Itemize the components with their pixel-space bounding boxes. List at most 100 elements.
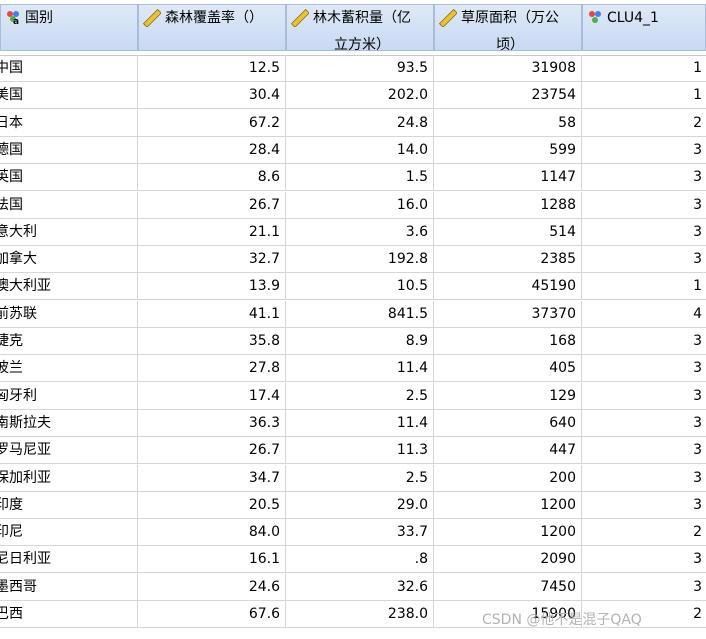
cluster-cell[interactable]: 3 <box>582 328 706 354</box>
timber-volume-cell[interactable]: 24.8 <box>286 109 434 136</box>
grassland-area-cell[interactable]: 1200 <box>434 519 582 546</box>
cluster-cell[interactable]: 3 <box>582 383 706 409</box>
timber-volume-cell[interactable]: 202.0 <box>286 82 434 109</box>
cluster-cell[interactable]: 3 <box>582 546 706 572</box>
column-header-grassland-area[interactable]: 草原面积（万公 顷） <box>434 4 582 53</box>
country-cell[interactable]: 法国 <box>0 191 138 218</box>
forest-coverage-cell[interactable]: 24.6 <box>138 573 286 600</box>
country-cell[interactable]: 墨西哥 <box>0 573 138 600</box>
timber-volume-cell[interactable]: 192.8 <box>286 246 434 273</box>
forest-coverage-cell[interactable]: 8.6 <box>138 164 286 191</box>
timber-volume-cell[interactable]: 841.5 <box>286 300 434 327</box>
timber-volume-cell[interactable]: 238.0 <box>286 601 434 627</box>
cluster-cell[interactable]: 3 <box>582 192 706 218</box>
country-cell[interactable]: 前苏联 <box>0 300 138 327</box>
forest-coverage-cell[interactable]: 36.3 <box>138 409 286 436</box>
cluster-cell[interactable]: 3 <box>582 437 706 463</box>
forest-coverage-cell[interactable]: 20.5 <box>138 491 286 518</box>
forest-coverage-cell[interactable]: 27.8 <box>138 355 286 382</box>
country-cell[interactable]: 意大利 <box>0 218 138 245</box>
cluster-cell[interactable]: 1 <box>582 273 706 299</box>
grassland-area-cell[interactable]: 1200 <box>434 491 582 518</box>
timber-volume-cell[interactable]: 3.6 <box>286 218 434 245</box>
country-cell[interactable]: 美国 <box>0 82 138 109</box>
timber-volume-cell[interactable]: .8 <box>286 546 434 573</box>
timber-volume-cell[interactable]: 93.5 <box>286 55 434 81</box>
country-cell[interactable]: 中国 <box>0 55 138 81</box>
country-cell[interactable]: 波兰 <box>0 355 138 382</box>
forest-coverage-cell[interactable]: 26.7 <box>138 191 286 218</box>
country-cell[interactable]: 德国 <box>0 136 138 163</box>
cluster-cell[interactable]: 2 <box>582 110 706 136</box>
forest-coverage-cell[interactable]: 34.7 <box>138 464 286 491</box>
country-cell[interactable]: 罗马尼亚 <box>0 437 138 464</box>
grassland-area-cell[interactable]: 514 <box>434 218 582 245</box>
forest-coverage-cell[interactable]: 16.1 <box>138 546 286 573</box>
country-cell[interactable]: 印度 <box>0 491 138 518</box>
timber-volume-cell[interactable]: 11.3 <box>286 437 434 464</box>
cluster-cell[interactable]: 3 <box>582 574 706 600</box>
forest-coverage-cell[interactable]: 13.9 <box>138 273 286 300</box>
country-cell[interactable]: 尼日利亚 <box>0 546 138 573</box>
cluster-cell[interactable]: 3 <box>582 246 706 272</box>
country-cell[interactable]: 南斯拉夫 <box>0 409 138 436</box>
grassland-area-cell[interactable]: 31908 <box>434 55 582 81</box>
timber-volume-cell[interactable]: 8.9 <box>286 328 434 354</box>
cluster-cell[interactable]: 3 <box>582 355 706 381</box>
cluster-cell[interactable]: 3 <box>582 465 706 491</box>
column-header-clu4[interactable]: CLU4_1 <box>582 4 706 51</box>
grassland-area-cell[interactable]: 640 <box>434 409 582 436</box>
cluster-cell[interactable]: 3 <box>582 410 706 436</box>
timber-volume-cell[interactable]: 10.5 <box>286 273 434 300</box>
cluster-cell[interactable]: 3 <box>582 137 706 163</box>
grassland-area-cell[interactable]: 2090 <box>434 546 582 573</box>
timber-volume-cell[interactable]: 11.4 <box>286 355 434 382</box>
timber-volume-cell[interactable]: 1.5 <box>286 164 434 191</box>
grassland-area-cell[interactable]: 23754 <box>434 82 582 109</box>
country-cell[interactable]: 加拿大 <box>0 246 138 273</box>
forest-coverage-cell[interactable]: 21.1 <box>138 218 286 245</box>
timber-volume-cell[interactable]: 2.5 <box>286 382 434 409</box>
country-cell[interactable]: 印尼 <box>0 519 138 546</box>
timber-volume-cell[interactable]: 29.0 <box>286 491 434 518</box>
column-header-timber-volume[interactable]: 林木蓄积量（亿 立方米） <box>286 4 434 53</box>
timber-volume-cell[interactable]: 32.6 <box>286 573 434 600</box>
grassland-area-cell[interactable]: 2385 <box>434 246 582 273</box>
cluster-cell[interactable]: 1 <box>582 55 706 81</box>
timber-volume-cell[interactable]: 33.7 <box>286 519 434 546</box>
forest-coverage-cell[interactable]: 32.7 <box>138 246 286 273</box>
country-cell[interactable]: 澳大利亚 <box>0 273 138 300</box>
country-cell[interactable]: 日本 <box>0 109 138 136</box>
grassland-area-cell[interactable]: 599 <box>434 136 582 163</box>
cluster-cell[interactable]: 3 <box>582 164 706 190</box>
grassland-area-cell[interactable]: 1288 <box>434 191 582 218</box>
grassland-area-cell[interactable]: 45190 <box>434 273 582 300</box>
country-cell[interactable]: 匈牙利 <box>0 382 138 409</box>
forest-coverage-cell[interactable]: 41.1 <box>138 300 286 327</box>
country-cell[interactable]: 英国 <box>0 164 138 191</box>
grassland-area-cell[interactable]: 168 <box>434 328 582 354</box>
column-header-forest-coverage[interactable]: 森林覆盖率（） <box>138 4 286 51</box>
grassland-area-cell[interactable]: 58 <box>434 109 582 136</box>
timber-volume-cell[interactable]: 14.0 <box>286 136 434 163</box>
grassland-area-cell[interactable]: 129 <box>434 382 582 409</box>
grassland-area-cell[interactable]: 405 <box>434 355 582 382</box>
forest-coverage-cell[interactable]: 35.8 <box>138 328 286 354</box>
country-cell[interactable]: 捷克 <box>0 328 138 354</box>
country-cell[interactable]: 巴西 <box>0 601 138 627</box>
forest-coverage-cell[interactable]: 67.2 <box>138 109 286 136</box>
forest-coverage-cell[interactable]: 26.7 <box>138 437 286 464</box>
timber-volume-cell[interactable]: 2.5 <box>286 464 434 491</box>
country-cell[interactable]: 保加利亚 <box>0 464 138 491</box>
forest-coverage-cell[interactable]: 12.5 <box>138 55 286 81</box>
timber-volume-cell[interactable]: 16.0 <box>286 191 434 218</box>
cluster-cell[interactable]: 3 <box>582 492 706 518</box>
forest-coverage-cell[interactable]: 28.4 <box>138 136 286 163</box>
cluster-cell[interactable]: 4 <box>582 301 706 327</box>
cluster-cell[interactable]: 2 <box>582 519 706 545</box>
grassland-area-cell[interactable]: 7450 <box>434 573 582 600</box>
forest-coverage-cell[interactable]: 17.4 <box>138 382 286 409</box>
forest-coverage-cell[interactable]: 84.0 <box>138 519 286 546</box>
column-header-country[interactable]: a 国别 <box>0 4 138 51</box>
timber-volume-cell[interactable]: 11.4 <box>286 409 434 436</box>
